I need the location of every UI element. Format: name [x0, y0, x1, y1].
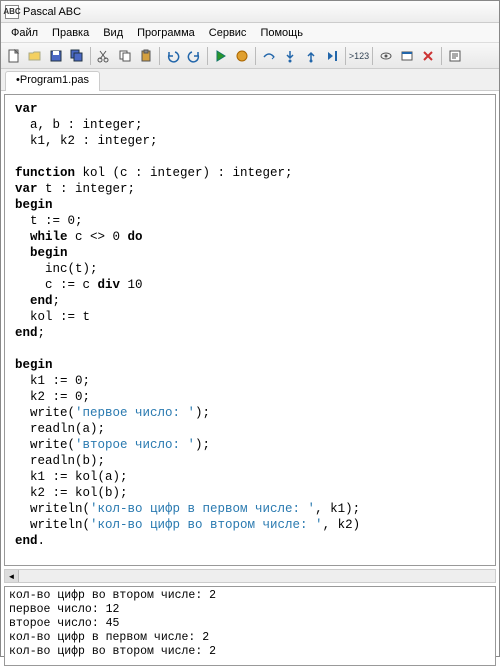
separator: [90, 47, 91, 65]
separator: [441, 47, 442, 65]
menu-service[interactable]: Сервис: [203, 25, 253, 41]
step-over-icon[interactable]: [259, 46, 279, 66]
save-icon[interactable]: [46, 46, 66, 66]
tab-program1[interactable]: •Program1.pas: [5, 71, 100, 91]
cut-icon[interactable]: [94, 46, 114, 66]
help-icon[interactable]: [445, 46, 465, 66]
menu-view[interactable]: Вид: [97, 25, 129, 41]
menu-edit[interactable]: Правка: [46, 25, 95, 41]
output-panel[interactable]: кол-во цифр во втором числе: 2 первое чи…: [4, 586, 496, 666]
separator: [345, 47, 346, 65]
step-out-icon[interactable]: [301, 46, 321, 66]
title-bar: ABC Pascal ABC: [1, 1, 499, 23]
menu-bar: Файл Правка Вид Программа Сервис Помощь: [1, 23, 499, 43]
app-icon: ABC: [5, 5, 19, 19]
window-title: Pascal ABC: [23, 6, 81, 18]
open-icon[interactable]: [25, 46, 45, 66]
paste-icon[interactable]: [136, 46, 156, 66]
toolbar: >123: [1, 43, 499, 69]
scroll-left-icon[interactable]: ◄: [5, 570, 19, 582]
watch-icon[interactable]: [376, 46, 396, 66]
copy-icon[interactable]: [115, 46, 135, 66]
menu-help[interactable]: Помощь: [254, 25, 309, 41]
undo-icon[interactable]: [163, 46, 183, 66]
separator: [159, 47, 160, 65]
separator: [372, 47, 373, 65]
menu-program[interactable]: Программа: [131, 25, 201, 41]
tab-bar: •Program1.pas: [1, 69, 499, 91]
output-window-icon[interactable]: [397, 46, 417, 66]
step-into-icon[interactable]: [280, 46, 300, 66]
horizontal-scrollbar[interactable]: ◄: [4, 569, 496, 583]
stop-icon[interactable]: [232, 46, 252, 66]
run-icon[interactable]: [211, 46, 231, 66]
save-all-icon[interactable]: [67, 46, 87, 66]
menu-file[interactable]: Файл: [5, 25, 44, 41]
run-to-cursor-icon[interactable]: [322, 46, 342, 66]
toggle-breakpoint-icon[interactable]: >123: [349, 46, 369, 66]
separator: [207, 47, 208, 65]
new-icon[interactable]: [4, 46, 24, 66]
redo-icon[interactable]: [184, 46, 204, 66]
close-output-icon[interactable]: [418, 46, 438, 66]
code-editor[interactable]: var a, b : integer; k1, k2 : integer; fu…: [4, 94, 496, 566]
separator: [255, 47, 256, 65]
